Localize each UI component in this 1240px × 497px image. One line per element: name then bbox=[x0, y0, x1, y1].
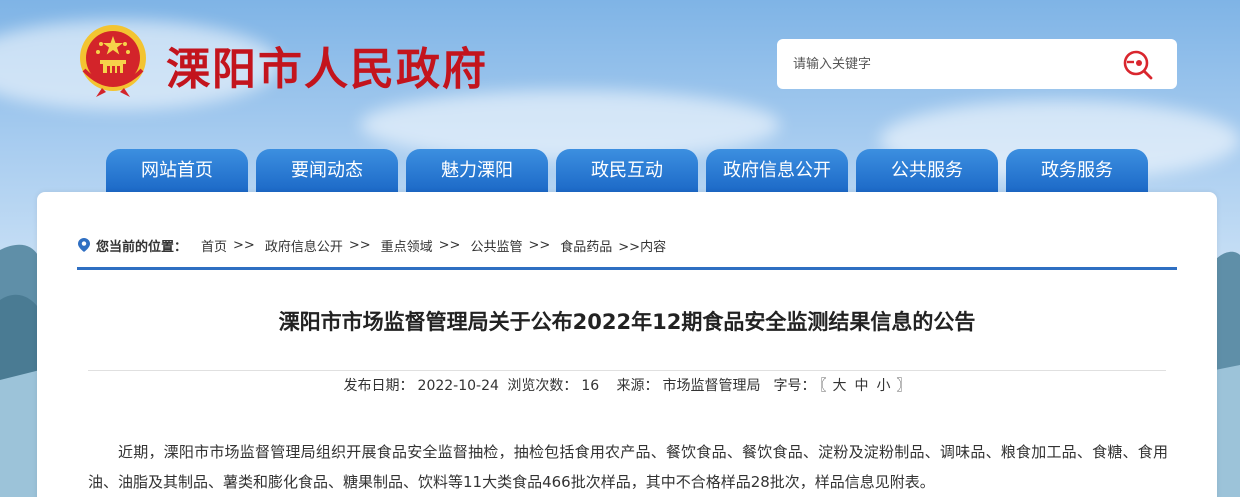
breadcrumb-link-home[interactable]: 首页 bbox=[201, 236, 227, 255]
view-count-label: 浏览次数： bbox=[507, 378, 578, 394]
breadcrumb-separator: >> bbox=[528, 237, 551, 253]
font-size-large-button[interactable]: 大 bbox=[830, 378, 848, 394]
main-navigation: 网站首页 要闻动态 魅力溧阳 政民互动 政府信息公开 公共服务 政务服务 bbox=[0, 149, 1240, 192]
search-box bbox=[777, 39, 1177, 89]
breadcrumb-divider bbox=[77, 267, 1177, 270]
publish-date-label: 发布日期： bbox=[343, 378, 414, 394]
nav-item-home[interactable]: 网站首页 bbox=[106, 149, 248, 192]
breadcrumb-link-public-supervision[interactable]: 公共监管 bbox=[470, 236, 522, 255]
breadcrumb-separator: >> bbox=[348, 237, 371, 253]
font-size-label: 字号： bbox=[773, 378, 816, 394]
font-size-bracket-close: 〗 bbox=[896, 378, 911, 394]
breadcrumb-link-food-drugs[interactable]: 食品药品 bbox=[560, 236, 612, 255]
nav-item-public-service[interactable]: 公共服务 bbox=[856, 149, 998, 192]
site-title[interactable]: 溧阳市人民政府 bbox=[166, 33, 488, 97]
breadcrumb-separator: >> bbox=[233, 237, 255, 253]
search-icon[interactable] bbox=[1118, 48, 1154, 80]
font-size-medium-button[interactable]: 中 bbox=[852, 378, 870, 394]
location-pin-icon bbox=[78, 238, 90, 252]
article-body-paragraph: 近期，溧阳市市场监督管理局组织开展食品安全监督抽检，抽检包括食用农产品、餐饮食品… bbox=[88, 443, 1168, 491]
article-title: 溧阳市市场监督管理局关于公布2022年12期食品安全监测结果信息的公告 bbox=[278, 310, 976, 334]
nav-item-interaction[interactable]: 政民互动 bbox=[556, 149, 698, 192]
breadcrumb-link-key-areas[interactable]: 重点领域 bbox=[381, 236, 433, 255]
nav-item-news[interactable]: 要闻动态 bbox=[256, 149, 398, 192]
source-label: 来源： bbox=[616, 378, 659, 394]
nav-item-gov-service[interactable]: 政务服务 bbox=[1006, 149, 1148, 192]
title-divider bbox=[88, 370, 1166, 371]
nav-item-info-disclosure[interactable]: 政府信息公开 bbox=[706, 149, 848, 192]
font-size-bracket-open: 〖 bbox=[819, 378, 827, 394]
breadcrumb-label: 您当前的位置： bbox=[96, 239, 188, 255]
view-count: 16 bbox=[581, 378, 600, 394]
breadcrumb-current: >>内容 bbox=[618, 239, 667, 255]
breadcrumb-link-info-disclosure[interactable]: 政府信息公开 bbox=[265, 236, 343, 255]
publish-date: 2022-10-24 bbox=[417, 378, 499, 394]
breadcrumb-separator: >> bbox=[438, 237, 461, 253]
source-value: 市场监督管理局 bbox=[662, 378, 761, 394]
national-emblem-icon[interactable] bbox=[74, 22, 152, 98]
breadcrumb: 您当前的位置： 首页 >> 政府信息公开 >> 重点领域 >> 公共监管 >> … bbox=[78, 236, 667, 255]
search-input[interactable] bbox=[793, 52, 1113, 76]
font-size-small-button[interactable]: 小 bbox=[874, 378, 892, 394]
site-header: 溧阳市人民政府 bbox=[0, 0, 1240, 150]
nav-item-charm[interactable]: 魅力溧阳 bbox=[406, 149, 548, 192]
article-meta: 发布日期： 2022-10-24 浏览次数： 16 来源： 市场监督管理局 字号：〖大… bbox=[0, 375, 1240, 395]
